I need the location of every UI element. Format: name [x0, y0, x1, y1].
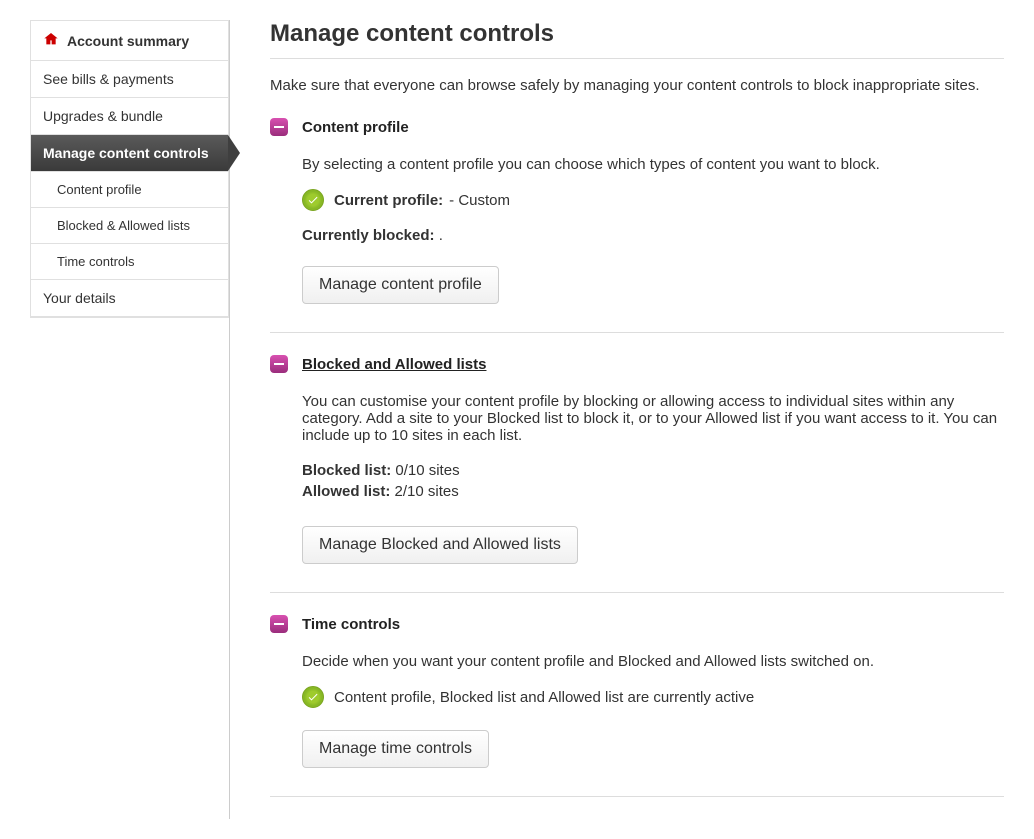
collapse-icon[interactable] — [270, 118, 288, 136]
sidebar-label: Your details — [43, 290, 116, 306]
sidebar-subitem-time-controls[interactable]: Time controls — [31, 244, 228, 280]
sidebar-item-manage-content-controls[interactable]: Manage content controls — [31, 135, 228, 172]
sidebar-item-bills[interactable]: See bills & payments — [31, 61, 228, 98]
section-title-time-controls: Time controls — [302, 616, 400, 633]
current-profile-label: Current profile: — [334, 192, 443, 209]
section-content-profile: Content profile By selecting a content p… — [270, 118, 1004, 333]
sidebar-label: See bills & payments — [43, 71, 174, 87]
manage-content-profile-button[interactable]: Manage content profile — [302, 266, 499, 304]
divider — [270, 58, 1004, 59]
sidebar-item-your-details[interactable]: Your details — [31, 280, 228, 317]
sidebar-item-account-summary[interactable]: Account summary — [31, 21, 228, 61]
blocked-list-value: 0/10 sites — [395, 462, 459, 479]
main-content: Manage content controls Make sure that e… — [230, 20, 1004, 819]
section-title-content-profile: Content profile — [302, 119, 409, 136]
manage-time-controls-button[interactable]: Manage time controls — [302, 730, 489, 768]
allowed-list-label: Allowed list: — [302, 483, 390, 500]
manage-lists-button[interactable]: Manage Blocked and Allowed lists — [302, 526, 578, 564]
check-icon — [302, 686, 324, 708]
currently-blocked-label: Currently blocked: — [302, 227, 435, 244]
sidebar-label: Upgrades & bundle — [43, 108, 163, 124]
sidebar-subitem-content-profile[interactable]: Content profile — [31, 172, 228, 208]
time-status: Content profile, Blocked list and Allowe… — [334, 689, 754, 706]
sidebar-label: Content profile — [57, 182, 142, 197]
sidebar-subitem-blocked-allowed[interactable]: Blocked & Allowed lists — [31, 208, 228, 244]
sidebar-label: Time controls — [57, 254, 135, 269]
collapse-icon[interactable] — [270, 355, 288, 373]
blocked-list-label: Blocked list: — [302, 462, 391, 479]
section-blocked-allowed: Blocked and Allowed lists You can custom… — [270, 355, 1004, 593]
sidebar: Account summary See bills & payments Upg… — [30, 20, 230, 819]
collapse-icon[interactable] — [270, 615, 288, 633]
home-icon — [43, 31, 59, 50]
current-profile-value: - Custom — [449, 192, 510, 209]
section-time-controls: Time controls Decide when you want your … — [270, 615, 1004, 797]
lists-desc: You can customise your content profile b… — [302, 393, 1004, 444]
section-title-blocked-allowed[interactable]: Blocked and Allowed lists — [302, 356, 486, 373]
time-desc: Decide when you want your content profil… — [302, 653, 1004, 670]
currently-blocked-value: . — [439, 227, 443, 244]
page-title: Manage content controls — [270, 20, 1004, 48]
check-icon — [302, 189, 324, 211]
content-profile-desc: By selecting a content profile you can c… — [302, 156, 1004, 173]
sidebar-label-summary: Account summary — [67, 33, 189, 49]
sidebar-label: Blocked & Allowed lists — [57, 218, 190, 233]
page-intro: Make sure that everyone can browse safel… — [270, 77, 1004, 94]
allowed-list-value: 2/10 sites — [395, 483, 459, 500]
sidebar-item-upgrades[interactable]: Upgrades & bundle — [31, 98, 228, 135]
sidebar-label: Manage content controls — [43, 145, 209, 161]
